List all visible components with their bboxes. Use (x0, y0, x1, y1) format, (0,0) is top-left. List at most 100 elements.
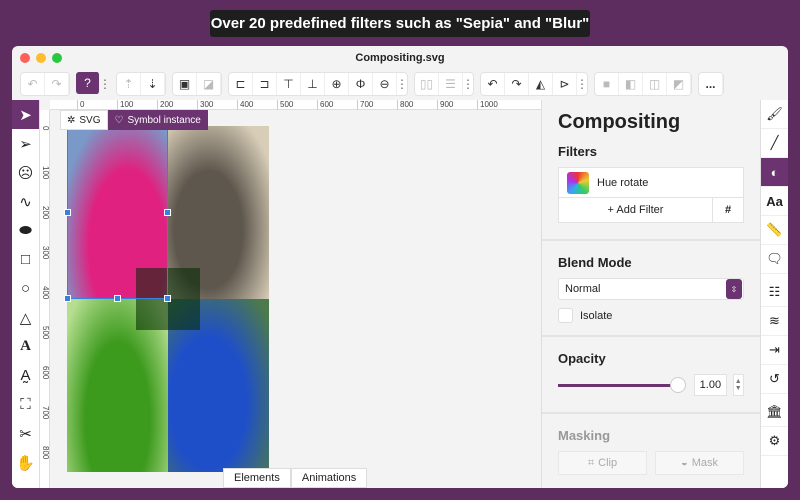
minimize-button[interactable] (36, 53, 46, 63)
brush-tool-icon[interactable]: ⬬ (12, 216, 39, 245)
triangle-tool-icon[interactable]: △ (12, 303, 39, 332)
tab-elements[interactable]: Elements (223, 468, 291, 488)
ruler-tick: 600 (41, 366, 50, 380)
clip-button[interactable]: ⌗ Clip (558, 451, 647, 475)
tab-animations[interactable]: Animations (290, 468, 368, 488)
chevron-updown-icon: ⇳ (726, 279, 742, 299)
typography-icon[interactable]: Aa (761, 187, 788, 216)
toolbar: ↶ ↷ ? ⋮ ⇡ ⇣ ▣ ◪ ⊏ ⊐ ⊤ ⊥ ⊕ Φ ⊖ ⋮ ▯▯ ☰ ⋮ ↶ ↷ ◭ ⊳ ⋮ ■ ◧ ◫ ◩ ... (12, 70, 788, 98)
filter-item[interactable]: Hue rotate (559, 168, 743, 198)
align-left-icon[interactable]: ⊏ (229, 73, 253, 95)
resize-handle[interactable] (64, 295, 71, 302)
opacity-slider[interactable] (558, 376, 687, 393)
hue-rotate-icon (567, 171, 589, 194)
history-icon[interactable]: ↺ (761, 365, 788, 394)
isolate-checkbox[interactable] (558, 308, 573, 323)
more-options-icon[interactable]: ⋮ (99, 72, 111, 96)
window-title: Compositing.svg (355, 52, 445, 64)
hand-tool-icon[interactable]: ✋ (12, 448, 39, 477)
ellipse-tool-icon[interactable]: ○ (12, 274, 39, 303)
freehand-tool-icon[interactable]: ∿ (12, 187, 39, 216)
ungroup-icon[interactable]: ◪ (197, 73, 221, 95)
ruler-tick: 800 (397, 100, 413, 110)
crop-icon: ⌗ (587, 456, 595, 469)
distribute-v-icon[interactable]: ☰ (439, 73, 463, 95)
app-window: Compositing.svg ↶ ↷ ? ⋮ ⇡ ⇣ ▣ ◪ ⊏ ⊐ ⊤ ⊥ ⊕ Φ ⊖ ⋮ ▯▯ ☰… (12, 46, 788, 488)
group-icon[interactable]: ▣ (173, 73, 197, 95)
comment-icon[interactable]: 🗨 (761, 245, 788, 274)
ruler-tick: 100 (117, 100, 133, 110)
flip-h-icon[interactable]: ◭ (529, 73, 553, 95)
blend-mode-heading: Blend Mode (558, 255, 632, 270)
list-icon[interactable]: ☷ (761, 278, 788, 307)
text-tool-icon[interactable]: A (12, 332, 39, 361)
canvas[interactable]: ✲ SVG ♡ Symbol instance Elements Animation… (50, 110, 541, 488)
layers-icon[interactable]: ≋ (761, 307, 788, 336)
slider-thumb[interactable] (670, 376, 687, 393)
isolate-label: Isolate (580, 309, 613, 322)
mask-button[interactable]: ◒ Mask (655, 451, 744, 475)
panel-title: Compositing (558, 111, 681, 133)
add-filter-button[interactable]: + Add Filter (559, 198, 713, 222)
ruler-tick: 700 (357, 100, 373, 110)
opacity-stepper[interactable]: ▲ ▼ (732, 374, 744, 396)
library-icon[interactable]: 🏛 (761, 398, 788, 427)
align-hcenter-icon[interactable]: Φ (349, 73, 373, 95)
resize-handle[interactable] (114, 295, 121, 302)
scissors-tool-icon[interactable]: ✂ (12, 419, 39, 448)
hash-button[interactable]: # (713, 198, 743, 222)
crop-tool-icon[interactable]: ⛶ (12, 390, 39, 419)
flip-v-icon[interactable]: ⊳ (553, 73, 577, 95)
fill-icon[interactable]: 🖌 (761, 100, 788, 129)
rectangle-tool-icon[interactable]: □ (12, 245, 39, 274)
compositing-icon[interactable]: ◐ (761, 158, 788, 187)
intersect-icon[interactable]: ◫ (643, 73, 667, 95)
exclude-icon[interactable]: ◩ (667, 73, 691, 95)
rotate-ccw-icon[interactable]: ↶ (481, 73, 505, 95)
breadcrumb-symbol-instance[interactable]: ♡ Symbol instance (107, 110, 208, 130)
selection-box (67, 126, 168, 299)
resize-handle[interactable] (64, 209, 71, 216)
opacity-input[interactable]: 1.00 (694, 374, 727, 396)
redo-icon[interactable]: ↷ (45, 73, 69, 95)
ruler-tick: 500 (277, 100, 293, 110)
align-top-icon[interactable]: ⊤ (277, 73, 301, 95)
ruler-icon[interactable]: 📏 (761, 216, 788, 245)
text-path-tool-icon[interactable]: A̰ (12, 361, 39, 390)
more-options-icon[interactable]: ⋮ (576, 73, 588, 95)
close-button[interactable] (20, 53, 30, 63)
export-icon[interactable]: ⇥ (761, 336, 788, 365)
breadcrumb-svg[interactable]: ✲ SVG (60, 110, 108, 130)
resize-handle[interactable] (164, 209, 171, 216)
lower-icon[interactable]: ⇣ (141, 73, 165, 95)
zoom-button[interactable] (52, 53, 62, 63)
align-center-icon[interactable]: ⊕ (325, 73, 349, 95)
more-options-icon[interactable]: ⋮ (396, 73, 408, 95)
ruler-tick: 900 (437, 100, 453, 110)
more-options-icon[interactable]: ⋮ (462, 73, 474, 95)
inspector-panel: Compositing Filters Hue rotate + Add Fil… (541, 100, 760, 488)
blend-mode-select[interactable]: Normal ⇳ (558, 278, 744, 300)
stroke-icon[interactable]: ╱ (761, 129, 788, 158)
settings-icon[interactable]: ⚙ (761, 427, 788, 456)
more-button[interactable]: ... (699, 73, 723, 95)
align-right-icon[interactable]: ⊐ (253, 73, 277, 95)
select-tool-icon[interactable]: ➤ (12, 100, 39, 129)
undo-icon[interactable]: ↶ (21, 73, 45, 95)
node-tool-icon[interactable]: ➢ (12, 129, 39, 158)
ruler-tick: 800 (41, 446, 50, 460)
resize-handle[interactable] (164, 295, 171, 302)
ruler-tick: 0 (41, 126, 50, 131)
vertical-ruler: 0 100 200 300 400 500 600 700 800 (40, 110, 50, 488)
path-mode-icon[interactable]: ? (76, 72, 100, 94)
shape-tool-icon[interactable]: ☹ (12, 158, 39, 187)
ruler-tick: 200 (41, 206, 50, 220)
distribute-h-icon[interactable]: ▯▯ (415, 73, 439, 95)
align-bottom-icon[interactable]: ⊥ (301, 73, 325, 95)
union-icon[interactable]: ■ (595, 73, 619, 95)
subtract-icon[interactable]: ◧ (619, 73, 643, 95)
artwork-image[interactable] (64, 123, 269, 472)
rotate-cw-icon[interactable]: ↷ (505, 73, 529, 95)
align-vcenter-icon[interactable]: ⊖ (373, 73, 397, 95)
raise-icon[interactable]: ⇡ (117, 73, 141, 95)
